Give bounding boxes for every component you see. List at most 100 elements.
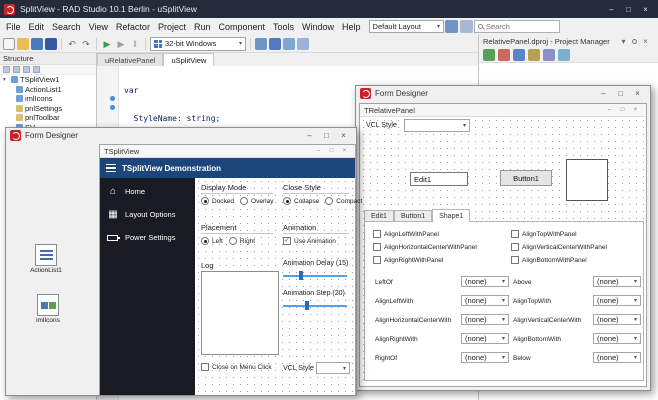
slider-thumb[interactable] [299,271,303,280]
shape1-control[interactable] [566,159,608,201]
maximize-icon[interactable]: □ [616,105,629,115]
menu-item-refactor[interactable]: Refactor [112,22,154,32]
vcl-style-combo[interactable]: ▾ [404,119,470,132]
radio-compact[interactable]: Compact [325,197,362,205]
maximize-icon[interactable]: □ [612,88,629,100]
radio-icon[interactable] [240,197,248,205]
tree-expand-icon[interactable]: ▾ [3,77,9,83]
pm-refresh-icon[interactable] [513,49,525,61]
tab-usplitview[interactable]: uSplitView [163,53,214,66]
checkbox-aligntopwithpanel[interactable]: AlignTopWithPanel [511,230,577,238]
move-down-icon[interactable] [13,66,20,73]
checkbox-icon[interactable] [511,230,519,238]
close-icon[interactable]: × [338,146,351,156]
desktop-layout-combo[interactable]: Default Layout ▾ [369,20,444,33]
compile-icon[interactable] [255,38,267,50]
minimize-icon[interactable]: – [603,105,616,115]
alignverticalcenterwith-combo[interactable]: (none) ▾ [593,314,641,325]
above-combo[interactable]: (none) ▾ [593,276,641,287]
move-up-icon[interactable] [3,66,10,73]
close-icon[interactable]: × [335,130,352,142]
pm-activate-icon[interactable] [528,49,540,61]
radio-collapse[interactable]: Collapse [283,197,319,205]
tree-item-actionlist[interactable]: ActionList1 [0,85,96,95]
alignleftwith-combo[interactable]: (none) ▾ [461,295,509,306]
refresh-icon[interactable] [33,66,40,73]
slider-thumb[interactable] [305,301,309,310]
checkbox-icon[interactable] [373,243,381,251]
search-box[interactable] [474,20,560,33]
radio-right[interactable]: Right [229,237,255,245]
nav-item-power-settings[interactable]: Power Settings [100,226,195,249]
form-designer-window-splitview[interactable]: Form Designer – □ × ActionList1 imlIcons… [5,127,357,396]
form-design-surface[interactable]: VCL Style ▾ Edit1 Button1 Edit1 Button1 … [360,117,646,386]
rightof-combo[interactable]: (none) ▾ [461,352,509,363]
edit1-control[interactable]: Edit1 [410,172,468,186]
menu-item-tools[interactable]: Tools [269,22,298,32]
panel-menu-icon[interactable]: ▾ [615,35,632,48]
menu-item-component[interactable]: Component [214,22,269,32]
checkbox-alignhorizontalcenterwithpanel[interactable]: AlignHorizontalCenterWithPanel [373,243,477,251]
deploy-icon[interactable] [283,38,295,50]
pm-remove-icon[interactable] [498,49,510,61]
checkbox-checked-icon[interactable]: ✓ [283,237,291,245]
undo-icon[interactable]: ↶ [66,38,78,50]
form-titlebar[interactable]: TSplitView – □ × [100,145,355,158]
tab-shape1[interactable]: Shape1 [432,209,470,222]
form-titlebar[interactable]: TRelativePanel – □ × [360,104,646,117]
maximize-icon[interactable]: □ [318,130,335,142]
log-memo[interactable] [201,271,279,355]
radio-icon[interactable] [229,237,237,245]
radio-overlay[interactable]: Overlay [240,197,273,205]
aligntopwith-combo[interactable]: (none) ▾ [593,295,641,306]
close-icon[interactable]: × [629,88,646,100]
designer-titlebar[interactable]: Form Designer – □ × [6,128,356,143]
checkbox-icon[interactable] [201,363,209,371]
radio-icon[interactable] [201,237,209,245]
new-items-icon[interactable] [3,38,15,50]
build-icon[interactable] [269,38,281,50]
pm-sort-icon[interactable] [543,49,555,61]
minimize-icon[interactable]: – [301,130,318,142]
delete-layout-icon[interactable] [460,20,473,33]
menu-item-view[interactable]: View [85,22,112,32]
pm-new-icon[interactable] [483,49,495,61]
checkbox-close-on-menu-click[interactable]: Close on Menu Click [201,363,272,371]
save-layout-icon[interactable] [445,20,458,33]
tree-item-root[interactable]: ▾ TSplitView1 [0,75,96,85]
nonvisual-imagelist[interactable]: imlIcons [26,294,70,324]
animation-delay-slider[interactable] [283,271,347,280]
below-combo[interactable]: (none) ▾ [593,352,641,363]
checkbox-use-animation[interactable]: ✓ Use Animation [283,237,336,245]
save-all-icon[interactable] [45,38,57,50]
menu-item-file[interactable]: File [2,22,25,32]
checkbox-alignverticalcenterwithpanel[interactable]: AlignVerticalCenterWithPanel [511,243,607,251]
minimize-icon[interactable]: – [603,3,620,16]
nav-item-layout-options[interactable]: ▦ Layout Options [100,203,195,226]
menu-item-window[interactable]: Window [298,22,338,32]
settings-panel[interactable]: Display Mode Docked Overlay Placement Le… [195,178,355,395]
button1-control[interactable]: Button1 [500,170,552,186]
run-without-debugging-icon[interactable]: ▶ [115,38,127,50]
pm-filter-icon[interactable] [558,49,570,61]
nonvisual-actionlist[interactable]: ActionList1 [24,244,68,274]
maximize-icon[interactable]: □ [620,3,637,16]
checkbox-icon[interactable] [373,230,381,238]
tree-item-pnlsettings[interactable]: pnlSettings [0,104,96,114]
ide-titlebar[interactable]: SplitView - RAD Studio 10.1 Berlin - uSp… [0,0,658,18]
radio-left[interactable]: Left [201,237,223,245]
radio-icon[interactable] [283,197,291,205]
radio-docked[interactable]: Docked [201,197,234,205]
checkbox-icon[interactable] [511,256,519,264]
menu-item-help[interactable]: Help [338,22,365,32]
designer-titlebar[interactable]: Form Designer – □ × [356,86,650,101]
maximize-icon[interactable]: □ [325,146,338,156]
form-designer-window-relativepanel[interactable]: Form Designer – □ × TRelativePanel – □ ×… [355,85,651,391]
menu-item-search[interactable]: Search [48,22,85,32]
nav-item-home[interactable]: ⌂ Home [100,180,195,203]
tsplitview-form[interactable]: TSplitView – □ × TSplitView Demonstratio… [99,144,356,395]
options-icon[interactable] [297,38,309,50]
alignbottomwith-combo[interactable]: (none) ▾ [593,333,641,344]
minimize-icon[interactable]: – [312,146,325,156]
open-file-icon[interactable] [17,38,29,50]
